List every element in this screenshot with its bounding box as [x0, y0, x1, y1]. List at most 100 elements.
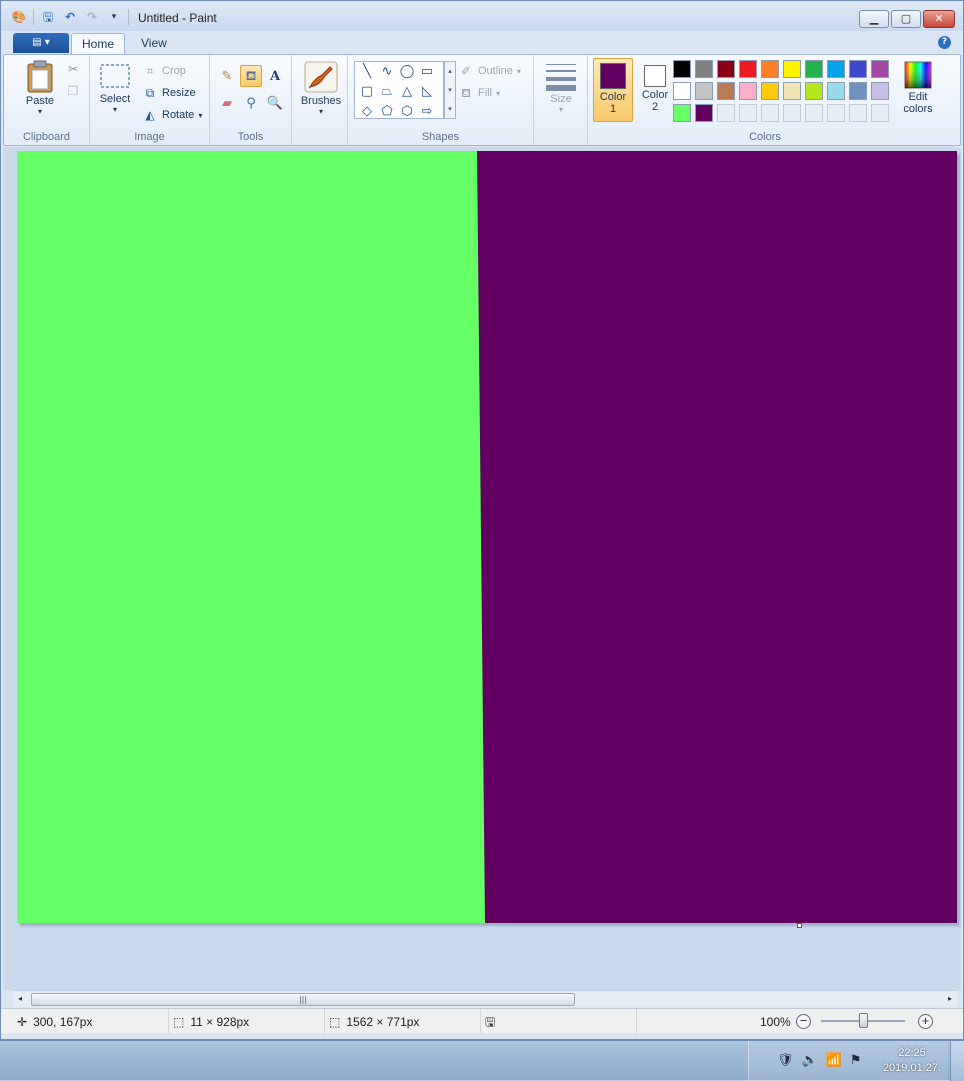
palette-swatch[interactable]: [783, 60, 801, 78]
zoom-in-icon[interactable]: +: [918, 1014, 933, 1029]
close-button[interactable]: ✕: [923, 10, 955, 28]
taskbar-clock[interactable]: 22:25 2019.01.27.: [877, 1046, 947, 1076]
size-dropdown-icon: ▾: [558, 105, 563, 114]
select-button[interactable]: Select ▾: [96, 63, 134, 114]
palette-swatch[interactable]: [739, 82, 757, 100]
palette-swatch[interactable]: [783, 82, 801, 100]
network-icon[interactable]: 📶: [826, 1053, 842, 1068]
palette-empty-slot[interactable]: [827, 104, 845, 122]
color1-swatch: [600, 63, 626, 89]
palette-empty-slot[interactable]: [805, 104, 823, 122]
undo-icon[interactable]: ↶: [62, 9, 78, 25]
paint-menu-button[interactable]: ▤ ▾: [13, 33, 69, 53]
help-icon[interactable]: ?: [938, 36, 951, 49]
color1-button[interactable]: Color 1: [593, 58, 633, 122]
palette-swatch[interactable]: [805, 82, 823, 100]
magnifier-icon[interactable]: 🔍: [264, 92, 286, 114]
image-size-text: 1562 × 771px: [346, 1014, 420, 1029]
maximize-button[interactable]: ▢: [891, 10, 921, 28]
flag-icon[interactable]: ⚑: [850, 1053, 862, 1068]
fill-label: Fill: [478, 87, 493, 99]
outline-button[interactable]: ✐ Outline ▾: [458, 63, 521, 79]
action-center-icon[interactable]: 🛡: [777, 1053, 794, 1068]
resize-icon: ⧉: [145, 86, 155, 100]
palette-swatch[interactable]: [695, 104, 713, 122]
paste-dropdown-icon: ▾: [37, 107, 42, 116]
diamond-shape-icon[interactable]: ◇: [357, 102, 377, 122]
save-icon[interactable]: 🖫: [40, 9, 56, 25]
oval-shape-icon[interactable]: ◯: [397, 62, 417, 82]
fill-button[interactable]: ⛾ Fill ▾: [458, 85, 500, 101]
palette-swatch[interactable]: [805, 60, 823, 78]
palette-empty-slot[interactable]: [783, 104, 801, 122]
rotate-button[interactable]: ◭ Rotate ▾: [142, 107, 202, 123]
text-icon[interactable]: A: [264, 65, 286, 87]
cut-icon[interactable]: ✂: [65, 61, 81, 77]
color-picker-icon[interactable]: ⚲: [240, 92, 262, 114]
pentagon-shape-icon[interactable]: ⬠: [377, 102, 397, 122]
palette-swatch[interactable]: [673, 104, 691, 122]
green-region: [17, 151, 485, 923]
color2-label: Color: [641, 89, 669, 101]
scroll-left-icon[interactable]: ◂: [13, 992, 27, 1006]
ribbon: Paste ▾ ✂ ❐ Clipboard Select ▾ ⌗ Crop ⧉: [3, 54, 961, 146]
curve-shape-icon[interactable]: ∿: [377, 62, 397, 82]
palette-swatch[interactable]: [717, 60, 735, 78]
rounded-rectangle-shape-icon[interactable]: ▢: [357, 82, 377, 102]
palette-swatch[interactable]: [761, 60, 779, 78]
pencil-icon[interactable]: ✎: [216, 65, 238, 87]
line-shape-icon[interactable]: ╲: [357, 62, 377, 82]
right-triangle-shape-icon[interactable]: ◺: [417, 82, 437, 102]
palette-swatch[interactable]: [695, 82, 713, 100]
size-button[interactable]: Size ▾: [540, 61, 582, 114]
edit-colors-button[interactable]: Edit colors: [898, 61, 938, 115]
palette-swatch[interactable]: [871, 60, 889, 78]
palette-swatch[interactable]: [695, 60, 713, 78]
color2-button[interactable]: Color 2: [635, 58, 675, 122]
palette-swatch[interactable]: [827, 60, 845, 78]
palette-swatch[interactable]: [871, 82, 889, 100]
tab-view[interactable]: View: [131, 33, 177, 55]
palette-empty-slot[interactable]: [761, 104, 779, 122]
canvas-resize-handle[interactable]: [797, 923, 802, 928]
palette-swatch[interactable]: [827, 82, 845, 100]
palette-swatch[interactable]: [849, 60, 867, 78]
palette-swatch[interactable]: [739, 60, 757, 78]
image-size: ⬚ 1562 × 771px: [325, 1009, 481, 1034]
copy-icon[interactable]: ❐: [65, 83, 81, 99]
minimize-button[interactable]: ▁: [859, 10, 889, 28]
hexagon-shape-icon[interactable]: ⬡: [397, 102, 417, 122]
palette-empty-slot[interactable]: [717, 104, 735, 122]
paste-button[interactable]: Paste ▾: [14, 59, 66, 116]
palette-swatch[interactable]: [673, 60, 691, 78]
palette-swatch[interactable]: [849, 82, 867, 100]
tab-home[interactable]: Home: [71, 33, 126, 55]
rectangle-shape-icon[interactable]: ▭: [417, 62, 437, 82]
palette-empty-slot[interactable]: [871, 104, 889, 122]
crop-button[interactable]: ⌗ Crop: [142, 63, 186, 79]
volume-icon[interactable]: 🔈: [802, 1053, 818, 1068]
triangle-shape-icon[interactable]: △: [397, 82, 417, 102]
fill-bucket-icon[interactable]: ⛾: [240, 65, 262, 87]
palette-empty-slot[interactable]: [739, 104, 757, 122]
eraser-icon[interactable]: ▰: [216, 92, 238, 114]
horizontal-scrollbar[interactable]: ◂ ||| ▸: [13, 990, 957, 1007]
scroll-right-icon[interactable]: ▸: [943, 992, 957, 1006]
zoom-out-icon[interactable]: −: [796, 1014, 811, 1029]
palette-empty-slot[interactable]: [849, 104, 867, 122]
show-desktop-button[interactable]: [950, 1041, 964, 1081]
polygon-shape-icon[interactable]: ⏢: [377, 82, 397, 102]
right-arrow-shape-icon[interactable]: ⇨: [417, 102, 437, 122]
brushes-button[interactable]: Brushes ▾: [296, 61, 346, 116]
palette-swatch[interactable]: [673, 82, 691, 100]
palette-swatch[interactable]: [717, 82, 735, 100]
zoom-slider-thumb[interactable]: [859, 1013, 868, 1028]
resize-button[interactable]: ⧉ Resize: [142, 85, 196, 101]
paint-app-icon[interactable]: 🎨: [11, 9, 27, 25]
scroll-thumb[interactable]: |||: [31, 993, 575, 1006]
shapes-scroll[interactable]: ▴ ▾ ▾: [444, 61, 456, 119]
palette-swatch[interactable]: [761, 82, 779, 100]
redo-icon[interactable]: ↷: [84, 9, 100, 25]
drawing-canvas[interactable]: [17, 151, 957, 923]
customize-dropdown-icon[interactable]: ▾: [106, 9, 122, 25]
